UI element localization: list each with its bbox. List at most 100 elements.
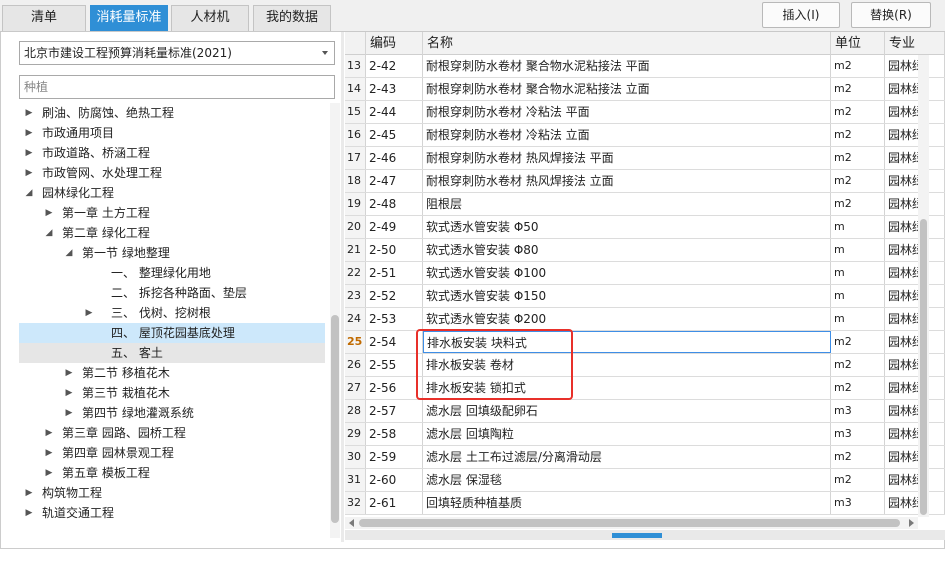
table-row[interactable]: 28 2-57 滤水层 回填级配卵石 m3 园林绿 [345,400,945,423]
bottom-panel-toggle[interactable] [612,533,662,538]
tree-node[interactable]: ▶ 第一章 土方工程 [19,203,325,223]
tree-node[interactable]: ◢ 第一节 绿地整理 [19,243,325,263]
cell-unit[interactable]: m3 [831,492,885,514]
cell-name[interactable]: 滤水层 回填陶粒 [423,423,831,445]
cell-major[interactable]: 园林绿 [885,101,945,123]
tree-node[interactable]: ▶ 市政道路、桥涵工程 [19,143,325,163]
table-row[interactable]: 20 2-49 软式透水管安装 Φ50 m 园林绿 [345,216,945,239]
cell-code[interactable]: 2-47 [366,170,423,192]
tree-node[interactable]: ▶ 第五章 模板工程 [19,463,325,483]
cell-code[interactable]: 2-52 [366,285,423,307]
cell-code[interactable]: 2-42 [366,55,423,77]
cell-unit[interactable]: m [831,262,885,284]
cell-code[interactable]: 2-60 [366,469,423,491]
cell-unit[interactable]: m [831,239,885,261]
cell-major[interactable]: 园林绿 [885,285,945,307]
cell-code[interactable]: 2-48 [366,193,423,215]
cell-major[interactable]: 园林绿 [885,78,945,100]
cell-name[interactable]: 软式透水管安装 Φ100 [423,262,831,284]
scroll-right-arrow-icon[interactable] [909,519,914,527]
tree-node[interactable]: ▶ 轨道交通工程 [19,503,325,523]
table-row[interactable]: 30 2-59 滤水层 土工布过滤层/分离滑动层 m2 园林绿 [345,446,945,469]
cell-unit[interactable]: m3 [831,423,885,445]
header-unit[interactable]: 单位 [831,32,885,55]
table-row[interactable]: 19 2-48 阻根层 m2 园林绿 [345,193,945,216]
grid-horizontal-scrollbar-thumb[interactable] [359,519,900,527]
cell-code[interactable]: 2-54 [366,331,423,353]
chevron-down-icon[interactable] [322,51,328,55]
cell-code[interactable]: 2-51 [366,262,423,284]
table-row[interactable]: 31 2-60 滤水层 保湿毯 m2 园林绿 [345,469,945,492]
collapsed-arrow-icon[interactable]: ▶ [23,163,35,183]
cell-major[interactable]: 园林绿 [885,55,945,77]
table-row[interactable]: 16 2-45 耐根穿刺防水卷材 冷粘法 立面 m2 园林绿 [345,124,945,147]
cell-major[interactable]: 园林绿 [885,354,945,376]
cell-unit[interactable]: m2 [831,193,885,215]
grid-vertical-scrollbar-thumb[interactable] [920,219,927,515]
cell-name[interactable]: 阻根层 [423,193,831,215]
cell-major[interactable]: 园林绿 [885,147,945,169]
cell-unit[interactable]: m2 [831,469,885,491]
cell-code[interactable]: 2-59 [366,446,423,468]
cell-unit[interactable]: m2 [831,55,885,77]
tree-scrollbar[interactable] [330,103,340,538]
collapsed-arrow-icon[interactable]: ▶ [43,463,55,483]
header-code[interactable]: 编码 [366,32,423,55]
cell-name[interactable]: 滤水层 土工布过滤层/分离滑动层 [423,446,831,468]
cell-unit[interactable]: m [831,285,885,307]
table-row[interactable]: 14 2-43 耐根穿刺防水卷材 聚合物水泥粘接法 立面 m2 园林绿 [345,78,945,101]
table-row[interactable]: 17 2-46 耐根穿刺防水卷材 热风焊接法 平面 m2 园林绿 [345,147,945,170]
tree-node[interactable]: ▶ 第三章 园路、园桥工程 [19,423,325,443]
cell-major[interactable]: 园林绿 [885,423,945,445]
cell-major[interactable]: 园林绿 [885,170,945,192]
cell-code[interactable]: 2-58 [366,423,423,445]
cell-unit[interactable]: m2 [831,170,885,192]
cell-code[interactable]: 2-46 [366,147,423,169]
cell-unit[interactable]: m [831,308,885,330]
tree-node[interactable]: 一、 整理绿化用地 [19,263,325,283]
cell-code[interactable]: 2-56 [366,377,423,399]
grid-vertical-scrollbar[interactable] [918,55,929,517]
tab-my-data[interactable]: 我的数据 [253,5,331,31]
collapsed-arrow-icon[interactable]: ▶ [23,503,35,523]
table-row[interactable]: 18 2-47 耐根穿刺防水卷材 热风焊接法 立面 m2 园林绿 [345,170,945,193]
tree-node[interactable]: ▶ 刷油、防腐蚀、绝热工程 [19,103,325,123]
tree-node[interactable]: ▶ 第三节 栽植花木 [19,383,325,403]
cell-unit[interactable]: m2 [831,147,885,169]
cell-unit[interactable]: m2 [831,354,885,376]
tree-node[interactable]: ▶ 第四节 绿地灌溉系统 [19,403,325,423]
table-row[interactable]: 22 2-51 软式透水管安装 Φ100 m 园林绿 [345,262,945,285]
header-name[interactable]: 名称 [423,32,831,55]
table-row[interactable]: 21 2-50 软式透水管安装 Φ80 m 园林绿 [345,239,945,262]
cell-name[interactable]: 耐根穿刺防水卷材 冷粘法 平面 [423,101,831,123]
cell-unit[interactable]: m [831,216,885,238]
replace-button[interactable]: 替换(R) [851,2,931,28]
table-row[interactable]: 29 2-58 滤水层 回填陶粒 m3 园林绿 [345,423,945,446]
cell-name[interactable]: 耐根穿刺防水卷材 聚合物水泥粘接法 平面 [423,55,831,77]
cell-unit[interactable]: m2 [831,331,885,353]
cell-unit[interactable]: m3 [831,400,885,422]
panel-splitter[interactable] [341,32,344,542]
table-row[interactable]: 15 2-44 耐根穿刺防水卷材 冷粘法 平面 m2 园林绿 [345,101,945,124]
cell-name[interactable]: 滤水层 回填级配卵石 [423,400,831,422]
table-row[interactable]: 24 2-53 软式透水管安装 Φ200 m 园林绿 [345,308,945,331]
cell-unit[interactable]: m2 [831,446,885,468]
cell-code[interactable]: 2-43 [366,78,423,100]
cell-unit[interactable]: m2 [831,377,885,399]
collapsed-arrow-icon[interactable]: ▶ [23,143,35,163]
cell-major[interactable]: 园林绿 [885,193,945,215]
tree-node[interactable]: 二、 拆挖各种路面、垫层 [19,283,325,303]
collapsed-arrow-icon[interactable]: ▶ [23,103,35,123]
cell-major[interactable]: 园林绿 [885,492,945,514]
cell-major[interactable]: 园林绿 [885,469,945,491]
cell-unit[interactable]: m2 [831,124,885,146]
cell-major[interactable]: 园林绿 [885,308,945,330]
cell-name[interactable]: 软式透水管安装 Φ150 [423,285,831,307]
cell-name[interactable]: 耐根穿刺防水卷材 冷粘法 立面 [423,124,831,146]
tree-node[interactable]: ▶ 三、 伐树、挖树根 [19,303,325,323]
collapsed-arrow-icon[interactable]: ▶ [63,383,75,403]
tree-node[interactable]: ◢ 园林绿化工程 [19,183,325,203]
cell-unit[interactable]: m2 [831,78,885,100]
cell-name[interactable]: 滤水层 保湿毯 [423,469,831,491]
tree-node[interactable]: 四、 屋顶花园基底处理 [19,323,325,343]
